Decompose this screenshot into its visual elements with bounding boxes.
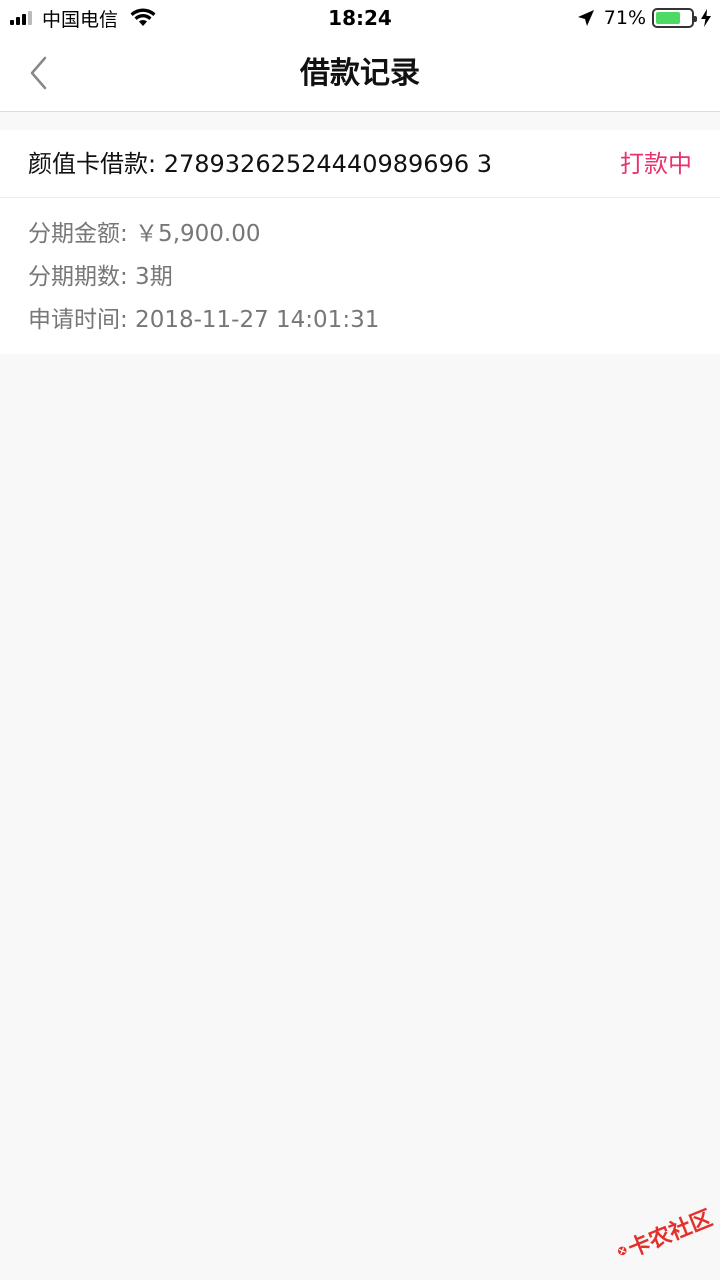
status-badge: 打款中 [620,150,692,178]
watermark-text: 卡农社区 [625,1205,716,1263]
screen: 中国电信 18:24 71% 借款记录 颜值卡借款: 2789326252444… [0,0,720,1280]
location-icon [577,10,594,26]
loan-record-card[interactable]: 颜值卡借款: 27893262524440989696 3 打款中 分期金额: … [0,130,720,354]
battery-percent: 71% [603,7,646,29]
status-bar: 中国电信 18:24 71% [0,0,720,36]
installment-amount: 分期金额: ￥5,900.00 [28,221,261,247]
battery-fill [656,12,680,24]
application-time: 申请时间: 2018-11-27 14:01:31 [28,307,380,333]
page-title: 借款记录 [300,56,420,91]
watermark: 卡农社区 [606,1187,720,1280]
installment-periods: 分期期数: 3期 [28,264,173,290]
status-right: 71% [576,6,712,30]
battery-icon [652,8,697,28]
record-header: 颜值卡借款: 27893262524440989696 3 打款中 [0,130,720,198]
charging-icon [701,9,711,27]
record-details: 分期金额: ￥5,900.00 分期期数: 3期 申请时间: 2018-11-2… [0,198,720,345]
loan-id-label: 颜值卡借款: 27893262524440989696 3 [28,150,493,178]
nav-bar: 借款记录 [0,36,720,112]
